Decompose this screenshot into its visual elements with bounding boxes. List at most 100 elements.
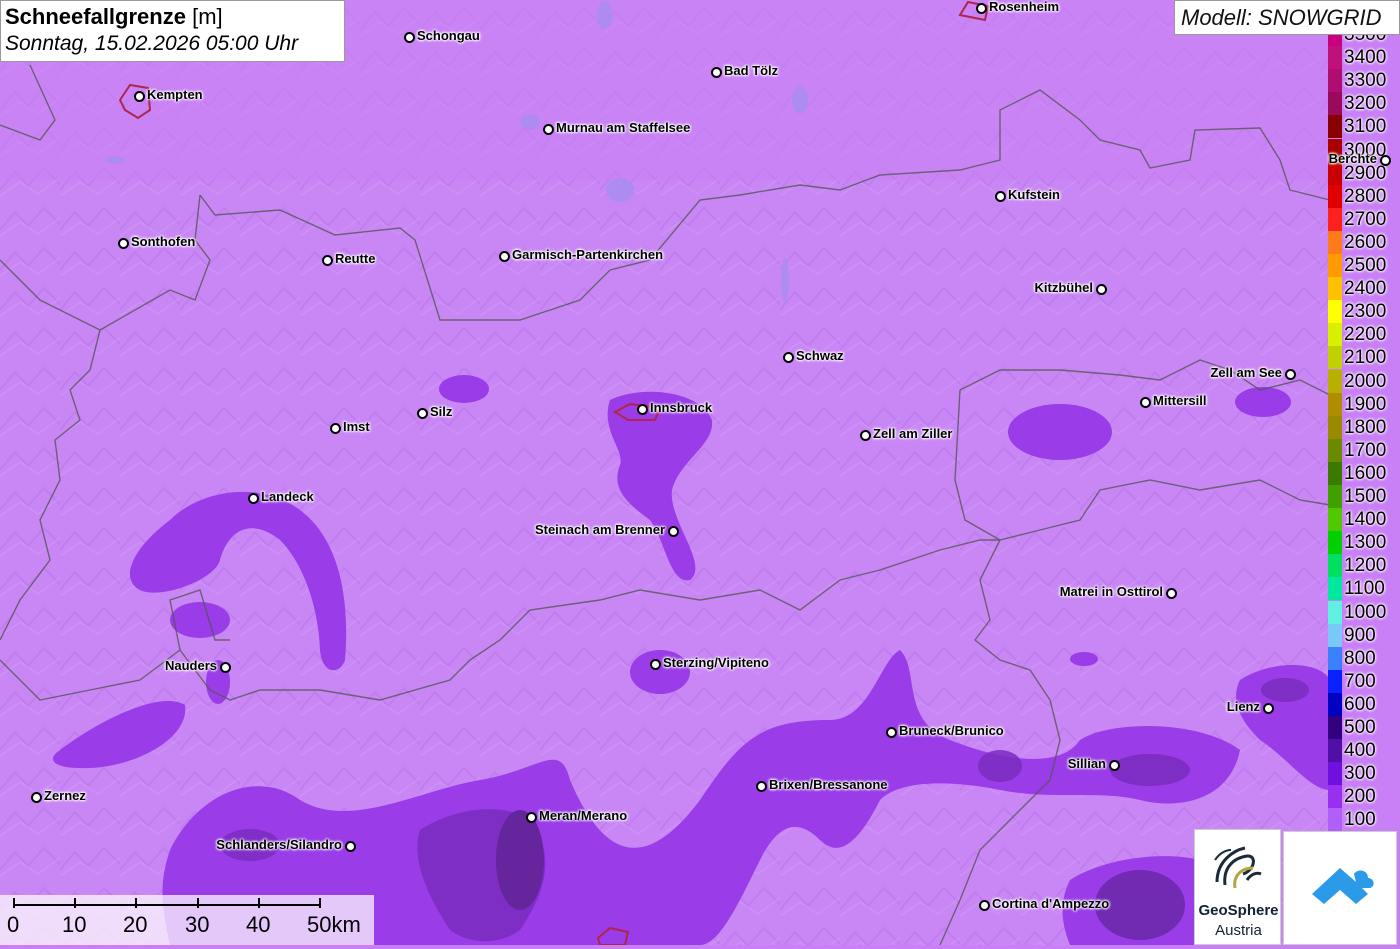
legend-swatch [1328, 300, 1342, 324]
city-dot-icon[interactable] [1380, 155, 1391, 166]
city-dot-icon[interactable] [330, 423, 341, 434]
legend-entry: 2300 [1328, 300, 1400, 324]
city-dot-icon[interactable] [1285, 369, 1296, 380]
legend-swatch [1328, 531, 1342, 555]
legend-label: 500 [1344, 717, 1376, 738]
map-title: Schneefallgrenze [5, 4, 186, 29]
scale-tick [258, 898, 260, 908]
city-label[interactable]: Reutte [335, 251, 375, 267]
city-label[interactable]: Schongau [417, 28, 480, 44]
city-dot-icon[interactable] [976, 3, 987, 14]
city-dot-icon[interactable] [134, 91, 145, 102]
city-label[interactable]: Innsbruck [650, 400, 712, 416]
legend-entry: 2000 [1328, 369, 1400, 393]
city-label[interactable]: Kufstein [1008, 187, 1060, 203]
legend-swatch [1328, 692, 1342, 716]
legend-entry: 1300 [1328, 531, 1400, 555]
city-label[interactable]: Meran/Merano [539, 808, 627, 824]
city-label[interactable]: Garmisch-Partenkirchen [512, 247, 663, 263]
legend-entry: 3500 [1328, 35, 1400, 46]
city-dot-icon[interactable] [756, 781, 767, 792]
city-dot-icon[interactable] [1166, 588, 1177, 599]
city-label[interactable]: Berchte [1329, 151, 1377, 167]
legend-swatch [1328, 69, 1342, 93]
model-label: Modell: SNOWGRID [1174, 0, 1400, 35]
city-dot-icon[interactable] [404, 32, 415, 43]
city-dot-icon[interactable] [711, 67, 722, 78]
city-dot-icon[interactable] [1096, 284, 1107, 295]
city-dot-icon[interactable] [995, 191, 1006, 202]
legend-entry: 1500 [1328, 485, 1400, 508]
city-label[interactable]: Rosenheim [989, 0, 1059, 15]
city-dot-icon[interactable] [1109, 760, 1120, 771]
city-label[interactable]: Brixen/Bressanone [769, 777, 888, 793]
city-dot-icon[interactable] [543, 124, 554, 135]
city-label[interactable]: Sonthofen [131, 234, 195, 250]
legend-swatch [1328, 392, 1342, 416]
city-label[interactable]: Zell am See [1210, 365, 1282, 381]
city-dot-icon[interactable] [637, 404, 648, 415]
city-label[interactable]: Murnau am Staffelsee [556, 120, 690, 136]
legend-entry: 1700 [1328, 438, 1400, 462]
city-dot-icon[interactable] [220, 662, 231, 673]
scale-tick [197, 898, 199, 908]
snowline-map[interactable] [0, 0, 1400, 945]
city-dot-icon[interactable] [322, 255, 333, 266]
city-dot-icon[interactable] [31, 792, 42, 803]
legend-swatch [1328, 92, 1342, 116]
legend-swatch [1328, 716, 1342, 739]
city-dot-icon[interactable] [499, 251, 510, 262]
city-label[interactable]: Sillian [1068, 756, 1106, 772]
city-dot-icon[interactable] [979, 900, 990, 911]
city-label[interactable]: Schlanders/Silandro [216, 837, 342, 853]
legend-swatch [1328, 623, 1342, 647]
city-label[interactable]: Nauders [165, 658, 217, 674]
city-dot-icon[interactable] [526, 812, 537, 823]
legend-entry: 3300 [1328, 69, 1400, 93]
legend-swatch [1328, 808, 1342, 832]
city-label[interactable]: Bruneck/Brunico [899, 723, 1004, 739]
geosphere-logo[interactable]: GeoSphere Austria [1194, 829, 1281, 945]
city-label[interactable]: Cortina d'Ampezzo [992, 896, 1109, 912]
legend-swatch [1328, 461, 1342, 485]
map-title-unit: [m] [192, 4, 223, 29]
city-label[interactable]: Schwaz [796, 348, 844, 364]
city-label[interactable]: Zell am Ziller [873, 426, 952, 442]
snowgrid-logo[interactable] [1283, 831, 1397, 945]
scale-tick [319, 898, 321, 908]
city-label[interactable]: Lienz [1227, 699, 1260, 715]
legend-swatch [1328, 577, 1342, 601]
city-label[interactable]: Landeck [261, 489, 314, 505]
city-dot-icon[interactable] [886, 727, 897, 738]
city-dot-icon[interactable] [668, 526, 679, 537]
city-label[interactable]: Mittersill [1153, 393, 1206, 409]
legend-swatch [1328, 369, 1342, 393]
city-dot-icon[interactable] [345, 841, 356, 852]
city-label[interactable]: Bad Tölz [724, 63, 778, 79]
city-label[interactable]: Sterzing/Vipiteno [663, 655, 769, 671]
city-dot-icon[interactable] [783, 352, 794, 363]
legend-label: 700 [1344, 670, 1376, 692]
city-label[interactable]: Kitzbühel [1035, 280, 1094, 296]
city-dot-icon[interactable] [417, 408, 428, 419]
city-dot-icon[interactable] [1263, 703, 1274, 714]
city-label[interactable]: Imst [343, 419, 370, 435]
legend-entry: 3400 [1328, 46, 1400, 70]
city-dot-icon[interactable] [248, 493, 259, 504]
legend-swatch [1328, 646, 1342, 670]
legend-swatch [1328, 346, 1342, 370]
city-label[interactable]: Zernez [44, 788, 86, 804]
legend-label: 3100 [1344, 116, 1387, 138]
legend-swatch [1328, 35, 1342, 46]
legend-entry: 2200 [1328, 323, 1400, 347]
city-dot-icon[interactable] [1140, 397, 1151, 408]
legend-swatch [1328, 323, 1342, 347]
city-dot-icon[interactable] [650, 659, 661, 670]
city-label[interactable]: Silz [430, 404, 452, 420]
legend-label: 600 [1344, 693, 1376, 715]
city-dot-icon[interactable] [860, 430, 871, 441]
city-label[interactable]: Matrei in Osttirol [1060, 584, 1163, 600]
city-dot-icon[interactable] [118, 238, 129, 249]
city-label[interactable]: Steinach am Brenner [535, 522, 665, 538]
city-label[interactable]: Kempten [147, 87, 203, 103]
